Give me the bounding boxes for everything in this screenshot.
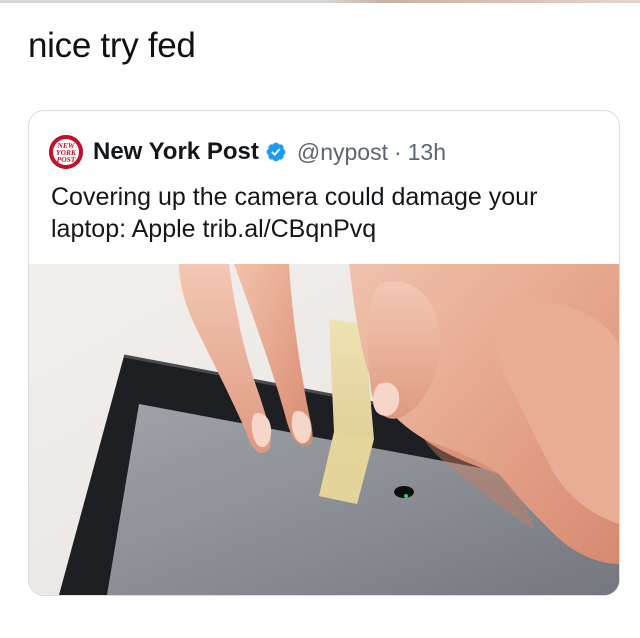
tweet-timestamp[interactable]: 13h (408, 139, 446, 166)
verified-badge-icon (266, 142, 286, 162)
tweet-photo[interactable] (29, 264, 619, 595)
user-handle[interactable]: @nypost (297, 139, 388, 166)
tweet-header: NEW YORK POST New York Post @nypost · 13… (49, 135, 446, 169)
nypost-logo-icon: NEW YORK POST (56, 141, 77, 164)
quoted-tweet-card[interactable]: NEW YORK POST New York Post @nypost · 13… (28, 110, 620, 596)
avatar-text-line-3: POST (57, 155, 76, 164)
post-caption: nice try fed (28, 26, 196, 65)
top-edge-strip (0, 0, 640, 3)
meta-separator: · (393, 138, 402, 165)
nypost-avatar[interactable]: NEW YORK POST (49, 135, 83, 169)
tweet-text: Covering up the camera could damage your… (51, 183, 538, 243)
laptop-camera-tape-photo (29, 264, 619, 595)
display-name[interactable]: New York Post (93, 138, 259, 166)
